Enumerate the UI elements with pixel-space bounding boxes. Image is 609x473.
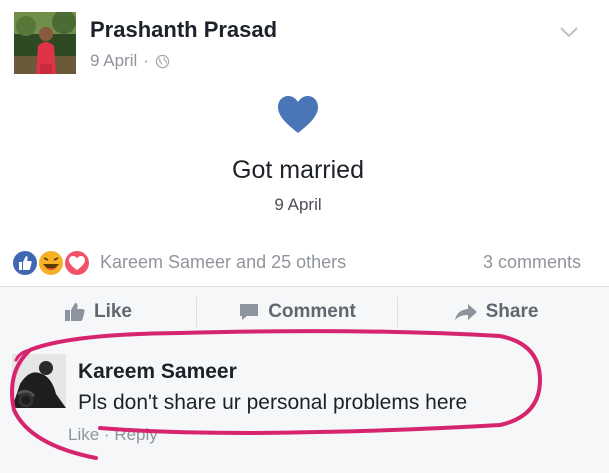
life-event-title: Got married: [232, 156, 364, 184]
life-event-date: 9 April: [274, 195, 322, 214]
comment-section: Kareem Sameer Pls don't share ur persona…: [0, 336, 609, 473]
action-bar: Like Comment Share: [0, 286, 609, 337]
comment-action-separator: ·: [103, 425, 110, 444]
post-date[interactable]: 9 April: [90, 51, 137, 71]
like-button[interactable]: Like: [0, 287, 196, 337]
commenter-avatar[interactable]: [12, 354, 66, 408]
post-header: Prashanth Prasad 9 April ·: [0, 0, 609, 90]
comment-button[interactable]: Comment: [197, 287, 397, 337]
post-meta: 9 April ·: [90, 51, 170, 71]
love-reaction-icon: [63, 249, 91, 277]
comment-actions: Like · Reply: [68, 425, 158, 445]
globe-icon: [155, 54, 170, 68]
author-name[interactable]: Prashanth Prasad: [90, 17, 277, 43]
like-reaction-icon: [11, 249, 39, 277]
chevron-down-icon[interactable]: [558, 24, 580, 40]
haha-reaction-icon: [37, 249, 65, 277]
share-label: Share: [485, 301, 539, 322]
heart-icon: [278, 96, 318, 133]
author-avatar[interactable]: [14, 12, 76, 74]
like-label: Like: [93, 301, 133, 322]
reactions-summary[interactable]: Kareem Sameer and 25 others: [100, 252, 346, 273]
comment-icon: [240, 304, 259, 320]
comment-like-link[interactable]: Like: [68, 425, 99, 444]
commenter-name[interactable]: Kareem Sameer: [78, 360, 237, 384]
comment-text: Pls don't share ur personal problems her…: [78, 391, 468, 414]
share-arrow-icon: [454, 304, 477, 320]
reaction-icons[interactable]: [10, 248, 94, 278]
comment-label: Comment: [268, 301, 356, 322]
meta-separator: ·: [143, 51, 149, 70]
comments-count[interactable]: 3 comments: [483, 252, 581, 273]
comment-reply-link[interactable]: Reply: [114, 425, 157, 444]
thumbs-up-icon: [64, 303, 85, 321]
share-button[interactable]: Share: [398, 287, 594, 337]
reactions-bar: Kareem Sameer and 25 others 3 comments: [0, 246, 609, 280]
